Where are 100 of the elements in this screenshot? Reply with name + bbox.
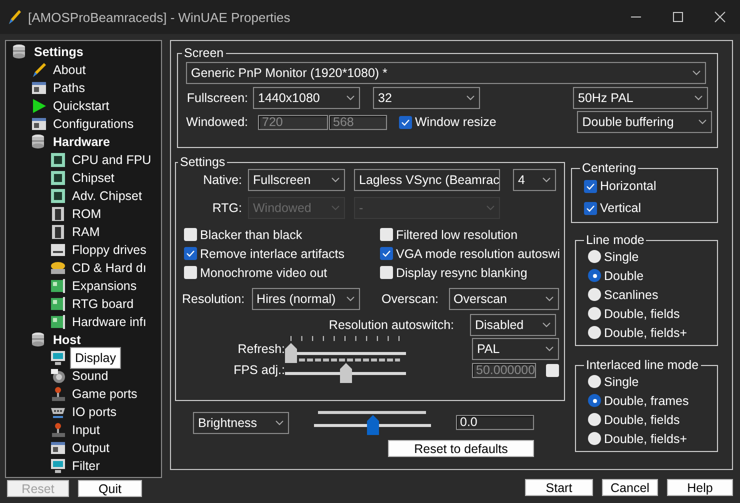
tree-item[interactable]: Paths: [51, 80, 87, 96]
group-title: Interlaced line mode: [585, 358, 700, 372]
checkbox[interactable]: [584, 180, 597, 192]
tree-item[interactable]: Settings: [32, 44, 86, 60]
checkbox-label[interactable]: Remove interlace artifacts: [200, 246, 345, 260]
checkbox-label[interactable]: Filtered low resolution: [396, 228, 518, 242]
tree-item[interactable]: Sound: [70, 368, 110, 384]
input-field[interactable]: 0.0: [456, 415, 534, 430]
radio-button[interactable]: [588, 250, 601, 263]
radio-button[interactable]: [588, 288, 601, 301]
radio-button[interactable]: [588, 307, 601, 320]
slider[interactable]: [285, 362, 406, 382]
dropdown[interactable]: Hires (normal): [252, 288, 360, 310]
dropdown[interactable]: Lagless VSync (Beamrac: [354, 169, 500, 191]
checkbox[interactable]: [184, 266, 197, 279]
dropdown[interactable]: Fullscreen: [248, 169, 345, 191]
caret-icon: [275, 420, 284, 426]
field-label: Fullscreen:: [186, 91, 248, 105]
tree-item[interactable]: Floppy drives: [70, 242, 148, 258]
tree-item[interactable]: Configurations: [51, 116, 136, 132]
caret-icon: [331, 177, 340, 183]
checkbox-label[interactable]: Horizontal: [600, 179, 656, 193]
checkbox[interactable]: [184, 247, 197, 260]
joystick-icon: [50, 386, 66, 402]
dialog-button[interactable]: Cancel: [602, 479, 658, 496]
checkbox-label[interactable]: Window resize: [415, 115, 496, 129]
checkbox[interactable]: [399, 116, 412, 128]
tree-item[interactable]: Hardware infı: [70, 314, 148, 330]
radio-label[interactable]: Double, frames: [604, 394, 689, 408]
dropdown[interactable]: 1440x1080: [253, 87, 360, 109]
tree-item[interactable]: ROM: [70, 206, 104, 222]
dropdown[interactable]: Overscan: [448, 288, 559, 310]
stack-icon: [31, 134, 47, 150]
tree-item[interactable]: Adv. Chipset: [70, 188, 144, 204]
dropdown[interactable]: Generic PnP Monitor (1920*1080) *: [186, 62, 706, 84]
dropdown[interactable]: 50Hz PAL: [573, 87, 708, 109]
tree-item[interactable]: Input: [70, 422, 102, 438]
checkbox[interactable]: [184, 228, 197, 241]
radio-button[interactable]: [588, 375, 601, 388]
field-label: Resolution autoswitch:: [328, 318, 454, 332]
radio-label[interactable]: Double, fields: [604, 412, 680, 426]
card-icon: [50, 314, 66, 330]
radio-label[interactable]: Double, fields+: [604, 326, 688, 340]
tree-item[interactable]: Quickstart: [51, 98, 112, 114]
radio-label[interactable]: Double, fields: [604, 306, 680, 320]
checkbox[interactable]: [546, 364, 559, 376]
chip-icon: [50, 152, 66, 168]
caret-icon: [331, 205, 340, 211]
tree-item[interactable]: Output: [70, 440, 112, 456]
checkbox[interactable]: [380, 228, 393, 241]
radio-label[interactable]: Double, fields+: [604, 432, 688, 446]
slider[interactable]: [285, 342, 406, 362]
caret-icon: [346, 95, 355, 101]
checkbox[interactable]: [380, 247, 393, 260]
tree-item[interactable]: About: [51, 62, 88, 78]
radio-button[interactable]: [588, 432, 601, 445]
close-icon[interactable]: [714, 11, 726, 23]
dropdown[interactable]: Brightness: [193, 412, 289, 434]
radio-button[interactable]: [588, 413, 601, 426]
checkbox[interactable]: [584, 202, 597, 214]
radio-label[interactable]: Double: [604, 268, 644, 282]
tree-item[interactable]: Game ports: [70, 386, 140, 402]
tree-item[interactable]: Host: [51, 332, 83, 348]
dropdown[interactable]: PAL: [472, 338, 559, 360]
field-label: Native:: [202, 173, 242, 187]
dropdown[interactable]: 4: [513, 169, 556, 191]
tree-item[interactable]: Filter: [70, 458, 102, 474]
reset-button[interactable]: Reset to defaults: [388, 440, 534, 457]
checkbox-label[interactable]: Monochrome video out: [200, 266, 328, 280]
checkbox[interactable]: [380, 266, 393, 279]
slider-thumb[interactable]: [340, 363, 352, 383]
radio-label[interactable]: Scanlines: [604, 288, 658, 302]
slider-thumb[interactable]: [366, 415, 378, 435]
tree-item[interactable]: Display: [70, 347, 121, 369]
dialog-button[interactable]: Help: [667, 479, 733, 496]
checkbox-label[interactable]: Vertical: [600, 201, 641, 215]
tree-item[interactable]: RTG board: [70, 296, 136, 312]
radio-label[interactable]: Single: [604, 374, 639, 388]
tree-item[interactable]: CPU and FPU: [70, 152, 154, 168]
tree-item[interactable]: CD & Hard dı: [70, 260, 148, 276]
radio-label[interactable]: Single: [604, 250, 639, 264]
checkbox-label[interactable]: Display resync blanking: [396, 266, 528, 280]
maximize-icon[interactable]: [672, 11, 684, 23]
dropdown[interactable]: Disabled: [470, 314, 556, 336]
tree-item[interactable]: RAM: [70, 224, 102, 240]
tree-item[interactable]: Hardware: [51, 134, 112, 150]
dropdown[interactable]: 32: [373, 87, 480, 109]
dropdown[interactable]: Double buffering: [577, 111, 712, 133]
radio-button[interactable]: [588, 326, 601, 339]
radio-button[interactable]: [588, 269, 601, 282]
radio-button[interactable]: [588, 394, 601, 407]
dialog-button[interactable]: Start: [525, 479, 593, 496]
dialog-button[interactable]: Quit: [78, 480, 142, 497]
tree-item[interactable]: Expansions: [70, 278, 139, 294]
tree-item[interactable]: IO ports: [70, 404, 118, 420]
checkbox-label[interactable]: VGA mode resolution autoswi: [396, 246, 560, 260]
slider-thumb[interactable]: [285, 343, 297, 363]
checkbox-label[interactable]: Blacker than black: [200, 228, 302, 242]
slider[interactable]: [314, 414, 431, 434]
tree-item[interactable]: Chipset: [70, 170, 116, 186]
